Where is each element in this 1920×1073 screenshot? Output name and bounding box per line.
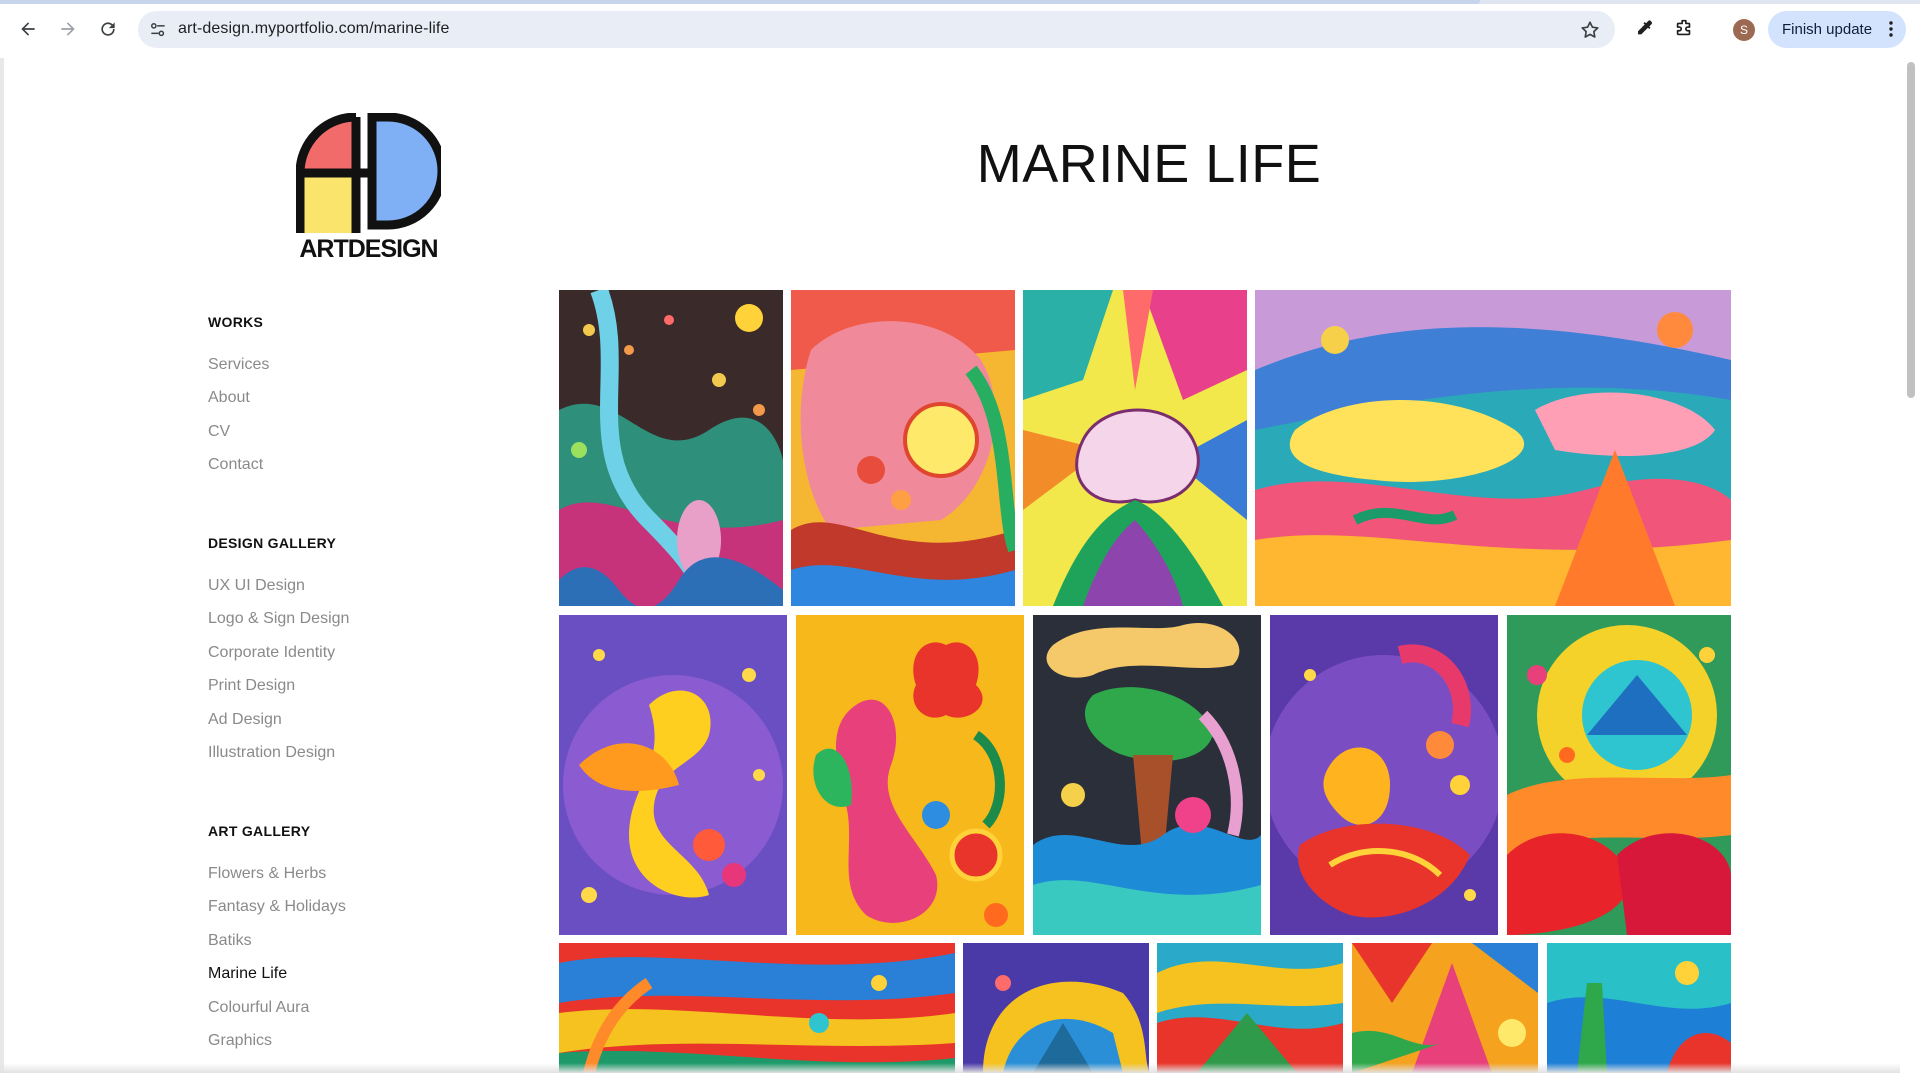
artwork-thumbnail[interactable] [559, 943, 955, 1073]
page-title: MARINE LIFE [976, 134, 1322, 194]
section-title-works[interactable]: WORKS [208, 314, 263, 330]
site-logo[interactable]: ARTDESIGN [296, 113, 441, 265]
back-arrow-icon [21, 22, 35, 36]
logo-mark [296, 113, 441, 233]
artwork-thumbnail[interactable] [796, 615, 1024, 935]
nav-item-graphics[interactable]: Graphics [208, 1032, 272, 1050]
nav-item-batiks[interactable]: Batiks [208, 932, 252, 950]
artwork-thumbnail[interactable] [963, 943, 1149, 1073]
section-title-design-gallery[interactable]: DESIGN GALLERY [208, 535, 336, 551]
tab-strip [0, 0, 1920, 4]
artwork-thumbnail[interactable] [791, 290, 1015, 606]
nav-item-marine-life[interactable]: Marine Life [208, 965, 287, 983]
artwork-thumbnail[interactable] [1547, 943, 1731, 1073]
nav-item-logo-sign-design[interactable]: Logo & Sign Design [208, 610, 349, 628]
nav-item-flowers-herbs[interactable]: Flowers & Herbs [208, 865, 326, 883]
nav-item-contact[interactable]: Contact [208, 456, 263, 474]
artwork-thumbnail[interactable] [1033, 615, 1261, 935]
nav-item-ad-design[interactable]: Ad Design [208, 711, 282, 729]
nav-item-cv[interactable]: CV [208, 423, 230, 441]
nav-item-corporate-identity[interactable]: Corporate Identity [208, 644, 335, 662]
eyedropper-icon[interactable] [1633, 17, 1655, 39]
address-bar[interactable]: art-design.myportfolio.com/marine-life [138, 11, 1615, 48]
artwork-thumbnail[interactable] [1352, 943, 1538, 1073]
nav-item-colourful-aura[interactable]: Colourful Aura [208, 999, 309, 1017]
back-button[interactable] [12, 13, 44, 45]
more-vert-icon[interactable] [1888, 20, 1894, 38]
extensions-icon[interactable] [1673, 17, 1695, 39]
active-tab-edge[interactable] [0, 0, 1480, 4]
artwork-thumbnail[interactable] [559, 290, 783, 606]
reload-icon [101, 22, 115, 36]
forward-arrow-icon [61, 22, 75, 36]
page-scrollbar[interactable] [1902, 58, 1920, 1073]
finish-update-label: Finish update [1782, 21, 1873, 38]
window-bottom-edge [0, 1063, 1900, 1073]
nav-item-services[interactable]: Services [208, 356, 269, 374]
reload-button[interactable] [92, 13, 124, 45]
artwork-thumbnail[interactable] [1255, 290, 1731, 606]
url-text[interactable]: art-design.myportfolio.com/marine-life [178, 20, 449, 38]
profile-avatar[interactable]: S [1733, 19, 1755, 41]
browser-toolbar: art-design.myportfolio.com/marine-life S… [0, 0, 1920, 58]
artwork-thumbnail[interactable] [1270, 615, 1498, 935]
artwork-thumbnail[interactable] [1157, 943, 1343, 1073]
bookmark-star-icon[interactable] [1579, 19, 1601, 41]
nav-item-print-design[interactable]: Print Design [208, 677, 295, 695]
forward-button[interactable] [52, 13, 84, 45]
nav-item-fantasy-holidays[interactable]: Fantasy & Holidays [208, 898, 346, 916]
artwork-thumbnail[interactable] [559, 615, 787, 935]
nav-item-illustration-design[interactable]: Illustration Design [208, 744, 335, 762]
artwork-thumbnail[interactable] [1023, 290, 1247, 606]
section-title-art-gallery[interactable]: ART GALLERY [208, 823, 310, 839]
nav-item-about[interactable]: About [208, 389, 250, 407]
logo-text: ARTDESIGN [299, 235, 438, 263]
site-settings-icon[interactable] [148, 20, 168, 40]
nav-item-ux-ui-design[interactable]: UX UI Design [208, 577, 305, 595]
scrollbar-thumb[interactable] [1907, 62, 1915, 398]
page-viewport: ARTDESIGN WORKS Services About CV Contac… [4, 58, 1920, 1073]
artwork-thumbnail[interactable] [1507, 615, 1731, 935]
finish-update-button[interactable]: Finish update [1768, 11, 1906, 48]
